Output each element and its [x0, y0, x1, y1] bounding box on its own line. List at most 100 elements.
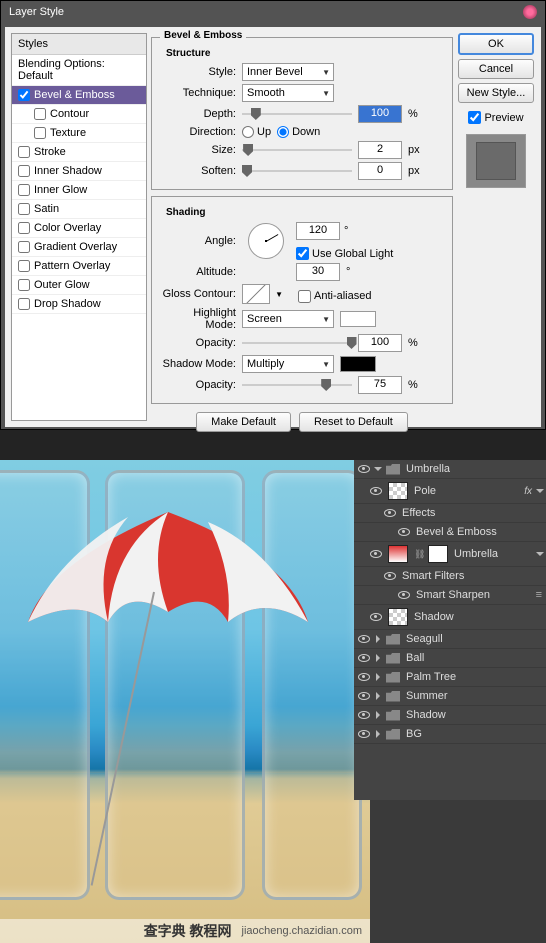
disclosure-icon[interactable] [376, 635, 380, 643]
new-style-button[interactable]: New Style... [458, 83, 534, 103]
disclosure-icon[interactable] [376, 711, 380, 719]
direction-down[interactable]: Down [277, 126, 320, 138]
soften-slider[interactable] [242, 164, 352, 178]
layer-group-bg[interactable]: BG [354, 725, 546, 744]
layer-umbrella-smartfilters[interactable]: Smart Filters [354, 567, 546, 586]
pattern-overlay-item[interactable]: Pattern Overlay [12, 257, 146, 276]
pattern-overlay-checkbox[interactable] [18, 260, 30, 272]
technique-select[interactable]: Smooth [242, 84, 334, 102]
anti-aliased-checkbox[interactable]: Anti-aliased [298, 290, 371, 303]
inner-glow-checkbox[interactable] [18, 184, 30, 196]
shadow-opacity-unit: % [408, 379, 424, 391]
outer-glow-checkbox[interactable] [18, 279, 30, 291]
link-icon[interactable]: ⛓ [414, 549, 422, 560]
texture-checkbox[interactable] [34, 127, 46, 139]
layer-pole[interactable]: Pole fx [354, 479, 546, 504]
disclosure-icon[interactable] [376, 730, 380, 738]
shadow-opacity-input[interactable]: 75 [358, 376, 402, 394]
soften-input[interactable]: 0 [358, 162, 402, 180]
color-overlay-checkbox[interactable] [18, 222, 30, 234]
fx-badge[interactable]: fx [524, 486, 532, 497]
size-input[interactable]: 2 [358, 141, 402, 159]
visibility-icon[interactable] [370, 485, 382, 497]
blending-options-item[interactable]: Blending Options: Default [12, 55, 146, 86]
visibility-icon[interactable] [370, 548, 382, 560]
angle-label: Angle: [162, 235, 236, 247]
app-icon [523, 5, 537, 19]
visibility-icon[interactable] [358, 652, 370, 664]
layer-group-umbrella[interactable]: Umbrella [354, 460, 546, 479]
bevel-emboss-item[interactable]: Bevel & Emboss [12, 86, 146, 105]
inner-glow-item[interactable]: Inner Glow [12, 181, 146, 200]
shadow-opacity-slider[interactable] [242, 378, 352, 392]
color-overlay-item[interactable]: Color Overlay [12, 219, 146, 238]
visibility-icon[interactable] [358, 690, 370, 702]
gradient-overlay-checkbox[interactable] [18, 241, 30, 253]
filter-settings-icon[interactable]: ≡ [536, 589, 542, 601]
layer-pole-effects[interactable]: Effects [354, 504, 546, 523]
visibility-icon[interactable] [358, 633, 370, 645]
style-select[interactable]: Inner Bevel [242, 63, 334, 81]
disclosure-icon[interactable] [376, 692, 380, 700]
visibility-icon[interactable] [358, 728, 370, 740]
ok-button[interactable]: OK [458, 33, 534, 55]
layer-group-shadow[interactable]: Shadow [354, 706, 546, 725]
global-light-checkbox[interactable]: Use Global Light [296, 247, 393, 260]
angle-input[interactable]: 120 [296, 222, 340, 240]
size-slider[interactable] [242, 143, 352, 157]
satin-item[interactable]: Satin [12, 200, 146, 219]
stroke-item[interactable]: Stroke [12, 143, 146, 162]
direction-up[interactable]: Up [242, 126, 271, 138]
make-default-button[interactable]: Make Default [196, 412, 291, 432]
gloss-contour-picker[interactable] [242, 284, 270, 304]
texture-item[interactable]: Texture [12, 124, 146, 143]
visibility-icon[interactable] [384, 570, 396, 582]
dialog-titlebar[interactable]: Layer Style [1, 1, 545, 23]
shadow-color[interactable] [340, 356, 376, 372]
fx-disclosure-icon[interactable] [536, 552, 544, 556]
stroke-checkbox[interactable] [18, 146, 30, 158]
visibility-icon[interactable] [358, 463, 370, 475]
drop-shadow-checkbox[interactable] [18, 298, 30, 310]
visibility-icon[interactable] [384, 507, 396, 519]
visibility-icon[interactable] [370, 611, 382, 623]
layer-group-seagull[interactable]: Seagull [354, 630, 546, 649]
styles-list-header[interactable]: Styles [12, 34, 146, 55]
layer-group-summer[interactable]: Summer [354, 687, 546, 706]
layer-smart-sharpen[interactable]: Smart Sharpen≡ [354, 586, 546, 605]
shadow-mode-select[interactable]: Multiply [242, 355, 334, 373]
contour-checkbox[interactable] [34, 108, 46, 120]
visibility-icon[interactable] [358, 671, 370, 683]
layer-shadow[interactable]: Shadow [354, 605, 546, 630]
highlight-color[interactable] [340, 311, 376, 327]
highlight-mode-select[interactable]: Screen [242, 310, 334, 328]
depth-slider[interactable] [242, 107, 352, 121]
outer-glow-item[interactable]: Outer Glow [12, 276, 146, 295]
contour-item[interactable]: Contour [12, 105, 146, 124]
angle-widget[interactable] [248, 223, 284, 259]
visibility-icon[interactable] [398, 589, 410, 601]
layer-umbrella[interactable]: ⛓ Umbrella [354, 542, 546, 567]
preview-checkbox[interactable]: Preview [468, 111, 523, 124]
depth-input[interactable]: 100 [358, 105, 402, 123]
reset-default-button[interactable]: Reset to Default [299, 412, 408, 432]
disclosure-icon[interactable] [376, 673, 380, 681]
layer-pole-bevel[interactable]: Bevel & Emboss [354, 523, 546, 542]
drop-shadow-item[interactable]: Drop Shadow [12, 295, 146, 314]
disclosure-icon[interactable] [376, 654, 380, 662]
layer-group-ball[interactable]: Ball [354, 649, 546, 668]
gradient-overlay-item[interactable]: Gradient Overlay [12, 238, 146, 257]
cancel-button[interactable]: Cancel [458, 59, 534, 79]
satin-checkbox[interactable] [18, 203, 30, 215]
layer-group-palmtree[interactable]: Palm Tree [354, 668, 546, 687]
visibility-icon[interactable] [398, 526, 410, 538]
highlight-opacity-input[interactable]: 100 [358, 334, 402, 352]
visibility-icon[interactable] [358, 709, 370, 721]
fx-disclosure-icon[interactable] [536, 489, 544, 493]
disclosure-icon[interactable] [374, 467, 382, 471]
altitude-input[interactable]: 30 [296, 263, 340, 281]
highlight-opacity-slider[interactable] [242, 336, 352, 350]
bevel-emboss-checkbox[interactable] [18, 89, 30, 101]
inner-shadow-item[interactable]: Inner Shadow [12, 162, 146, 181]
inner-shadow-checkbox[interactable] [18, 165, 30, 177]
